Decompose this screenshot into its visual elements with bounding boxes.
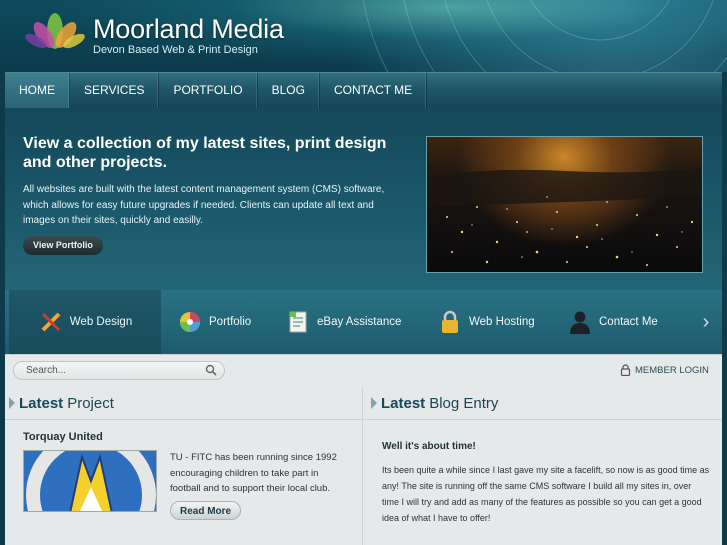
nav-blog[interactable]: BLOG [258,73,320,108]
carousel-next-chevron-icon[interactable]: › [699,312,713,332]
column-divider [362,387,363,545]
site-title[interactable]: Moorland Media [93,14,284,45]
carousel-item-contact-me[interactable]: Contact Me [567,290,677,354]
padlock-icon [437,309,463,335]
carousel-label: Web Hosting [469,316,535,328]
search-icon[interactable] [205,364,217,376]
blog-post-title[interactable]: Well it's about time! [382,441,476,452]
nav-services[interactable]: SERVICES [70,73,160,108]
heading-divider [363,419,722,420]
carousel-item-web-hosting[interactable]: Web Hosting [437,290,547,354]
latest-blog-heading: Latest Blog Entry [371,391,498,415]
lock-icon [620,364,631,376]
document-icon [285,309,311,335]
content-area: Search... MEMBER LOGIN Latest Project To… [5,354,722,545]
person-icon [567,309,593,335]
heading-bold: Latest [19,394,64,412]
member-login-link[interactable]: MEMBER LOGIN [620,364,709,376]
nav-portfolio[interactable]: PORTFOLIO [159,73,258,108]
arrow-marker-icon [9,397,15,409]
city-night-photo [426,136,703,273]
arrow-marker-icon [371,397,377,409]
color-wheel-icon [177,309,203,335]
city-lights-illustration [427,167,702,266]
project-description: TU - FITC has been running since 1992 en… [170,452,337,494]
services-carousel: ‹ Web Design Portfolio eBay Assistance W… [5,290,722,354]
heading-rest: Project [67,394,114,412]
lotus-logo-icon [25,13,85,49]
carousel-label: Contact Me [599,316,658,328]
view-portfolio-button[interactable]: View Portfolio [23,236,103,255]
member-login-label: MEMBER LOGIN [635,364,709,376]
site-header: Moorland Media Devon Based Web & Print D… [0,0,727,72]
hero-banner: View a collection of my latest sites, pr… [5,108,722,290]
nav-contact-me[interactable]: CONTACT ME [320,73,428,108]
carousel-item-web-design[interactable]: Web Design [9,290,161,354]
nav-home[interactable]: HOME [5,73,70,108]
project-title[interactable]: Torquay United [23,431,103,443]
search-input[interactable]: Search... [13,361,225,380]
heading-bold: Latest [381,394,426,412]
carousel-label: Web Design [69,316,133,328]
heading-rest: Blog Entry [429,394,499,412]
site-tagline: Devon Based Web & Print Design [93,44,258,56]
pencil-ruler-icon [38,309,64,335]
read-more-button[interactable]: Read More [170,501,242,520]
heading-divider [5,419,362,420]
carousel-label: eBay Assistance [317,316,402,328]
carousel-label: Portfolio [209,316,252,328]
main-nav: HOME SERVICES PORTFOLIO BLOG CONTACT ME [5,72,722,108]
carousel-item-ebay-assistance[interactable]: eBay Assistance [285,290,410,354]
latest-project-heading: Latest Project [9,391,114,415]
hero-title: View a collection of my latest sites, pr… [23,135,387,171]
hero-description: All websites are built with the latest c… [23,184,385,226]
project-thumbnail[interactable] [23,450,157,512]
torquay-badge-illustration [24,451,156,511]
blog-post-excerpt: Its been quite a while since I last gave… [382,465,710,523]
carousel-item-portfolio[interactable]: Portfolio [177,290,267,354]
